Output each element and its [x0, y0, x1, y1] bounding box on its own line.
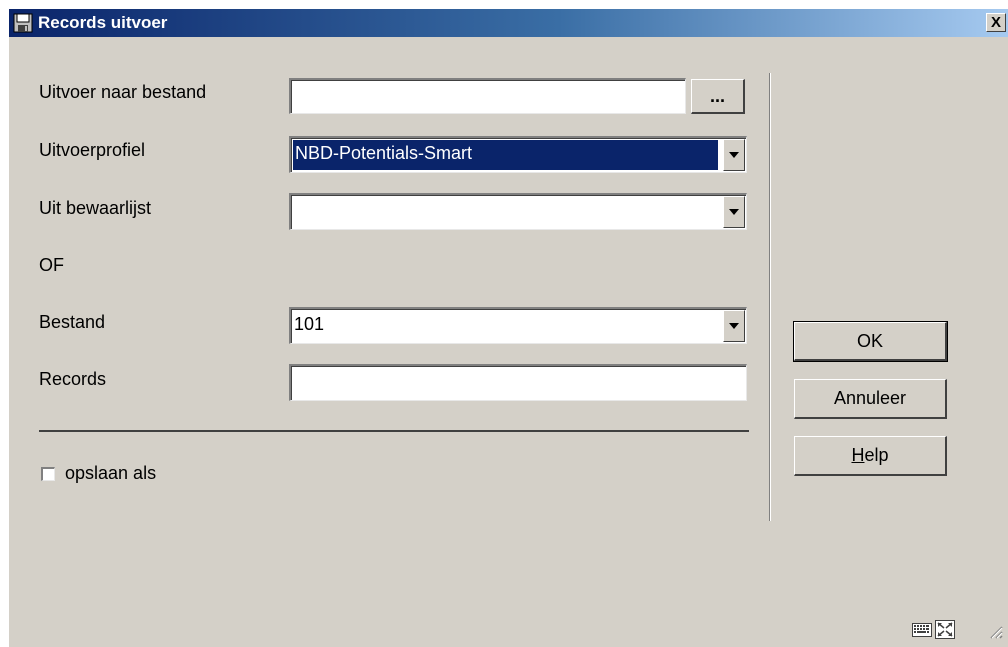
save-as-checkbox[interactable] — [41, 467, 55, 481]
close-button[interactable]: X — [986, 13, 1006, 32]
output-file-input[interactable] — [289, 78, 686, 114]
chevron-down-icon — [729, 152, 739, 158]
keyboard-icon[interactable] — [912, 621, 932, 639]
help-button[interactable]: Help — [794, 436, 947, 476]
ok-button[interactable]: OK — [793, 321, 948, 362]
database-value: 101 — [294, 314, 325, 334]
output-file-label: Uitvoer naar bestand — [39, 82, 207, 102]
output-profile-value: NBD-Potentials-Smart — [293, 140, 718, 170]
title-bar[interactable]: Records uitvoer X — [9, 9, 1008, 37]
savelist-select[interactable] — [289, 193, 747, 230]
output-profile-label: Uitvoerprofiel — [39, 140, 146, 160]
cancel-button[interactable]: Annuleer — [794, 379, 947, 419]
database-select[interactable]: 101 — [289, 307, 747, 344]
dialog-window: Records uitvoer X Uitvoer naar bestand .… — [8, 8, 1008, 647]
fullscreen-icon[interactable] — [935, 620, 955, 639]
database-dropdown-button[interactable] — [723, 310, 745, 342]
output-profile-select[interactable]: NBD-Potentials-Smart — [289, 136, 747, 173]
chevron-down-icon — [729, 209, 739, 215]
savelist-label: Uit bewaarlijst — [39, 198, 152, 218]
records-label: Records — [39, 369, 107, 389]
vertical-divider — [769, 73, 771, 521]
close-icon: X — [990, 14, 1001, 31]
records-input[interactable] — [289, 364, 747, 401]
window-title: Records uitvoer — [38, 13, 168, 32]
floppy-disk-icon — [13, 13, 33, 33]
or-label: OF — [39, 255, 64, 275]
horizontal-divider — [39, 430, 749, 432]
browse-button[interactable]: ... — [691, 79, 745, 114]
chevron-down-icon — [729, 323, 739, 329]
savelist-dropdown-button[interactable] — [723, 196, 745, 228]
save-as-label[interactable]: opslaan als — [65, 463, 156, 484]
output-profile-dropdown-button[interactable] — [723, 139, 745, 171]
resize-grip-icon[interactable] — [987, 623, 1003, 639]
database-label: Bestand — [39, 312, 106, 332]
